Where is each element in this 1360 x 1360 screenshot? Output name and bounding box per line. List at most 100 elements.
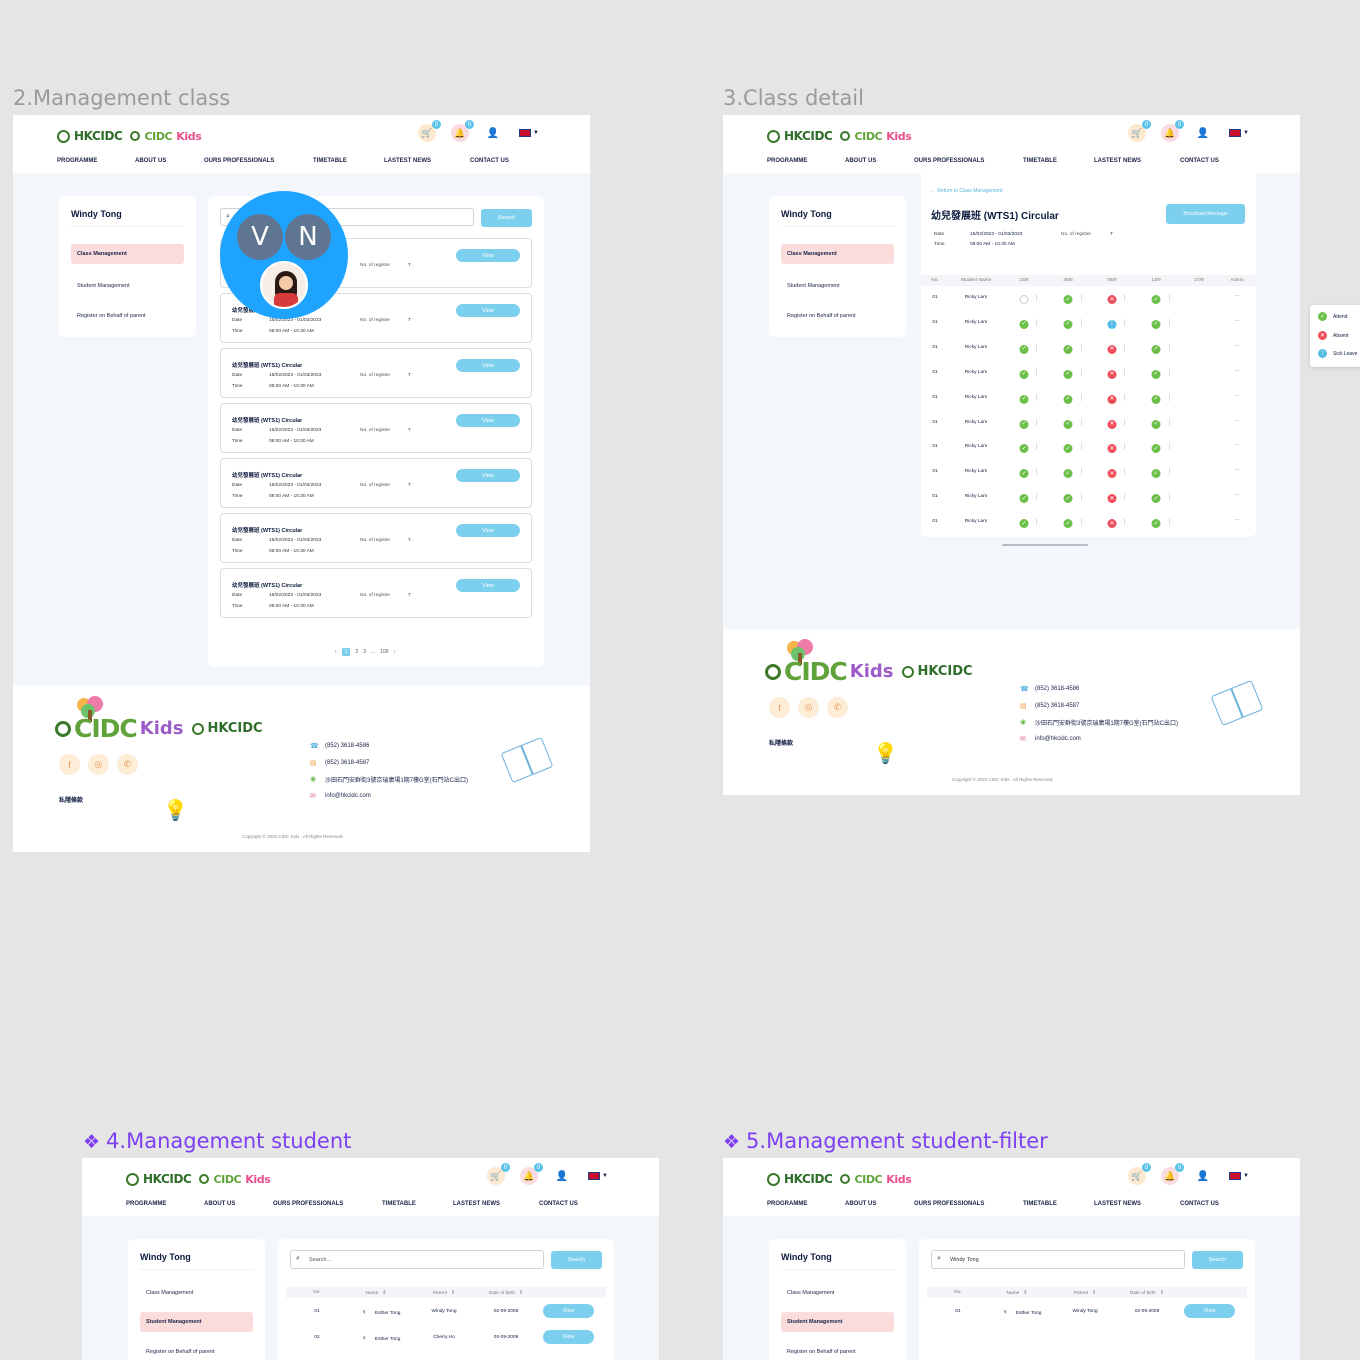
broadcast-message-button[interactable]: Broadcast Message: [1166, 204, 1245, 224]
cart-button[interactable]: 🛒 0: [1128, 1163, 1151, 1185]
user-account-button[interactable]: 👤: [553, 1167, 571, 1185]
nav-item-ours-professionals[interactable]: OURS PROFESSIONALS: [273, 1201, 343, 1207]
attend-icon[interactable]: ✓: [1063, 419, 1073, 429]
absent-icon[interactable]: ✕: [1107, 444, 1117, 454]
attend-icon[interactable]: ✓: [1019, 444, 1029, 454]
nav-item-programme[interactable]: PROGRAMME: [126, 1201, 166, 1207]
sidebar-item-register-on-behalf-of-parent[interactable]: Register on Behalf of parent: [140, 1342, 253, 1360]
nav-item-contact-us[interactable]: CONTACT US: [1180, 158, 1219, 164]
instagram-icon[interactable]: ◎: [798, 697, 819, 718]
row-action-button[interactable]: ...: [1235, 318, 1239, 323]
view-button[interactable]: View: [456, 304, 520, 317]
facebook-icon[interactable]: f: [769, 697, 790, 718]
absent-icon[interactable]: ✕: [1107, 369, 1117, 379]
row-action-button[interactable]: ...: [1235, 393, 1239, 398]
nav-item-ours-professionals[interactable]: OURS PROFESSIONALS: [204, 158, 274, 164]
row-action-button[interactable]: ...: [1235, 418, 1239, 423]
absent-icon[interactable]: ✕: [1107, 419, 1117, 429]
attend-icon[interactable]: ✓: [1151, 394, 1161, 404]
sort-icon[interactable]: ⇕: [519, 1290, 523, 1296]
sidebar-item-student-management[interactable]: Student Management: [781, 276, 894, 296]
sidebar-item-class-management[interactable]: Class Management: [781, 244, 894, 264]
attend-icon[interactable]: ✓: [1063, 319, 1073, 329]
attend-icon[interactable]: ✓: [1063, 494, 1073, 504]
attend-icon[interactable]: ✓: [1151, 369, 1161, 379]
privacy-link[interactable]: 私隱條款: [59, 795, 83, 804]
prev-page-button[interactable]: ‹: [335, 649, 337, 655]
nav-item-contact-us[interactable]: CONTACT US: [539, 1201, 578, 1207]
language-selector[interactable]: ▼: [588, 1172, 608, 1180]
sidebar-item-register-on-behalf-of-parent[interactable]: Register on Behalf of parent: [781, 1342, 894, 1360]
absent-icon[interactable]: ✕: [1107, 494, 1117, 504]
facebook-icon[interactable]: f: [59, 754, 80, 775]
language-selector[interactable]: ▼: [1229, 129, 1249, 137]
attend-icon[interactable]: ✓: [1019, 369, 1029, 379]
attend-icon[interactable]: ✓: [1063, 295, 1073, 304]
search-input[interactable]: ⌕ Search...: [290, 1250, 544, 1269]
search-input[interactable]: ⌕ Windy Tong: [931, 1250, 1185, 1269]
view-button[interactable]: View: [456, 524, 520, 537]
sidebar-item-register-on-behalf-of-parent[interactable]: Register on Behalf of parent: [71, 306, 184, 326]
cart-button[interactable]: 🛒 0: [487, 1163, 510, 1185]
attend-icon[interactable]: ✓: [1151, 444, 1161, 454]
row-action-button[interactable]: ...: [1235, 343, 1239, 348]
notification-button[interactable]: 🔔 0: [451, 120, 474, 142]
row-action-button[interactable]: ...: [1235, 492, 1239, 497]
sidebar-item-class-management[interactable]: Class Management: [781, 1283, 894, 1303]
nav-item-timetable[interactable]: TIMETABLE: [382, 1201, 416, 1207]
sidebar-item-class-management[interactable]: Class Management: [71, 244, 184, 264]
nav-item-timetable[interactable]: TIMETABLE: [1023, 158, 1057, 164]
sort-icon[interactable]: ⇕: [1160, 1290, 1164, 1296]
attend-icon[interactable]: ✓: [1151, 469, 1161, 479]
whatsapp-icon[interactable]: ✆: [827, 697, 848, 718]
search-button[interactable]: Search: [1192, 1251, 1243, 1269]
instagram-icon[interactable]: ◎: [88, 754, 109, 775]
attend-icon[interactable]: ✓: [1019, 469, 1029, 479]
absent-icon[interactable]: ✕: [1107, 469, 1117, 479]
page-100[interactable]: 100: [380, 649, 388, 655]
view-button[interactable]: View: [456, 414, 520, 427]
nav-item-about-us[interactable]: ABOUT US: [845, 1201, 876, 1207]
nav-item-ours-professionals[interactable]: OURS PROFESSIONALS: [914, 1201, 984, 1207]
absent-icon[interactable]: ✕: [1107, 519, 1117, 529]
attend-icon[interactable]: ✓: [1019, 319, 1029, 329]
nav-item-lastest-news[interactable]: LASTEST NEWS: [1094, 158, 1141, 164]
attend-icon[interactable]: ✓: [1151, 519, 1161, 529]
attend-icon[interactable]: ✓: [1063, 369, 1073, 379]
sidebar-item-student-management[interactable]: Student Management: [781, 1312, 894, 1332]
sort-icon[interactable]: ⇕: [1092, 1290, 1096, 1296]
nav-item-lastest-news[interactable]: LASTEST NEWS: [384, 158, 431, 164]
attend-icon[interactable]: ✓: [1019, 494, 1029, 504]
absent-icon[interactable]: ✕: [1107, 344, 1117, 354]
attend-icon[interactable]: ✓: [1151, 494, 1161, 504]
nav-item-contact-us[interactable]: CONTACT US: [470, 158, 509, 164]
absent-icon[interactable]: ✕: [1107, 394, 1117, 404]
sort-icon[interactable]: ⇕: [451, 1290, 455, 1296]
no-record-icon[interactable]: …: [1019, 295, 1029, 304]
search-button[interactable]: Search: [551, 1251, 602, 1269]
view-button[interactable]: View: [543, 1304, 594, 1318]
nav-item-ours-professionals[interactable]: OURS PROFESSIONALS: [914, 158, 984, 164]
sort-icon[interactable]: ⇕: [382, 1290, 386, 1296]
horizontal-scrollbar[interactable]: [1002, 544, 1088, 546]
row-action-button[interactable]: ...: [1235, 368, 1239, 373]
view-button[interactable]: View: [456, 579, 520, 592]
notification-button[interactable]: 🔔 0: [1161, 120, 1184, 142]
view-button[interactable]: View: [456, 359, 520, 372]
nav-item-lastest-news[interactable]: LASTEST NEWS: [1094, 1201, 1141, 1207]
sidebar-item-student-management[interactable]: Student Management: [140, 1312, 253, 1332]
nav-item-contact-us[interactable]: CONTACT US: [1180, 1201, 1219, 1207]
attend-icon[interactable]: ✓: [1063, 444, 1073, 454]
privacy-link[interactable]: 私隱條款: [769, 738, 793, 747]
attend-icon[interactable]: ✓: [1063, 469, 1073, 479]
cart-button[interactable]: 🛒 0: [418, 120, 441, 142]
nav-item-timetable[interactable]: TIMETABLE: [1023, 1201, 1057, 1207]
attend-icon[interactable]: ✓: [1151, 419, 1161, 429]
page-3[interactable]: 3: [363, 649, 366, 655]
view-button[interactable]: View: [543, 1330, 594, 1344]
sidebar-item-register-on-behalf-of-parent[interactable]: Register on Behalf of parent: [781, 306, 894, 326]
sidebar-item-class-management[interactable]: Class Management: [140, 1283, 253, 1303]
user-account-button[interactable]: 👤: [1194, 1167, 1212, 1185]
attend-icon[interactable]: ✓: [1063, 519, 1073, 529]
nav-item-timetable[interactable]: TIMETABLE: [313, 158, 347, 164]
